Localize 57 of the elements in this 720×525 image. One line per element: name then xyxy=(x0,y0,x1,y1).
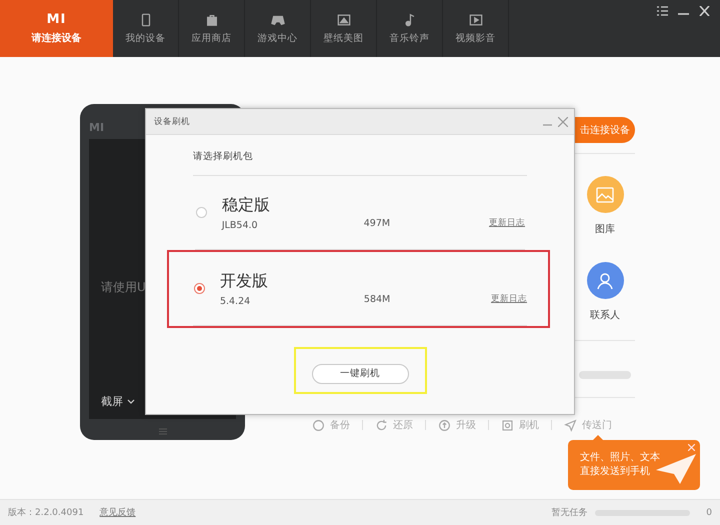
phone-logo: MI xyxy=(89,120,104,136)
screenshot-button[interactable]: 截屏 xyxy=(101,394,135,409)
menu-key-icon xyxy=(158,428,166,435)
version-text: 版本：2.2.0.4091 xyxy=(8,506,84,519)
radio-button[interactable] xyxy=(194,283,205,294)
option-size: 584M xyxy=(364,294,392,305)
task-status: 暂无任务 xyxy=(551,506,588,519)
flash-icon xyxy=(501,418,514,432)
connect-hint: 请使用U xyxy=(101,279,146,296)
toolbar-button[interactable]: 升级 xyxy=(438,418,476,432)
tooltip-text: 文件、照片、文本 xyxy=(580,451,661,465)
nav-tab[interactable]: 游戏中心 xyxy=(245,0,311,57)
task-count: 0 xyxy=(706,508,712,518)
feature-label: 联系人 xyxy=(590,308,620,322)
image-icon xyxy=(596,186,614,202)
changelog-link[interactable]: 更新日志 xyxy=(489,216,526,228)
bag-icon xyxy=(204,12,218,26)
option-size: 497M xyxy=(364,218,392,229)
toolbar-button[interactable]: 刷机 xyxy=(501,418,539,432)
feature-label: 图库 xyxy=(595,222,615,236)
option-name: 开发版 xyxy=(220,270,269,292)
option-version: 5.4.24 xyxy=(220,296,252,306)
tooltip-text: 直接发送到手机 xyxy=(580,465,651,479)
toolbar-button[interactable]: 传送门 xyxy=(564,418,612,432)
play-icon xyxy=(468,12,482,26)
dialog-title: 设备刷机 xyxy=(154,116,190,128)
device-label: 请连接设备 xyxy=(32,32,82,45)
nav-tab[interactable]: 视频影音 xyxy=(443,0,509,57)
toolbar-button[interactable]: 还原 xyxy=(375,418,413,432)
nav-tab[interactable]: 应用商店 xyxy=(179,0,245,57)
progress-track xyxy=(579,371,631,379)
flash-button[interactable]: 一键刷机 xyxy=(312,364,408,384)
feedback-link[interactable]: 意见反馈 xyxy=(100,506,136,519)
feature-button[interactable] xyxy=(586,262,624,299)
nav-tab[interactable]: 我的设备 xyxy=(113,0,179,57)
refresh-icon xyxy=(375,418,388,432)
connect-button[interactable]: 击连接设备 xyxy=(575,117,635,143)
dialog-prompt: 请选择刷机包 xyxy=(193,150,254,163)
nav-tab[interactable]: 壁纸美图 xyxy=(311,0,377,57)
person-icon xyxy=(596,272,614,290)
picture-frame-icon xyxy=(336,12,350,26)
caret-icon xyxy=(127,398,135,404)
music-note-icon xyxy=(402,12,416,26)
paper-plane-icon xyxy=(564,418,577,432)
menu-icon[interactable] xyxy=(657,6,668,16)
toolbar-button[interactable]: 备份 xyxy=(312,418,350,432)
changelog-link[interactable]: 更新日志 xyxy=(491,292,527,304)
radio-button[interactable] xyxy=(196,207,207,218)
option-version: JLB54.0 xyxy=(222,220,259,230)
option-name: 稳定版 xyxy=(222,194,271,216)
option-row[interactable]: 稳定版 JLB54.0 497M 更新日志 xyxy=(193,176,527,250)
device-tab[interactable]: MI 请连接设备 xyxy=(0,0,113,57)
circle-icon xyxy=(312,418,325,432)
logo: MI xyxy=(46,12,66,27)
feature-button[interactable] xyxy=(586,176,624,213)
nav-tab[interactable]: 音乐铃声 xyxy=(377,0,443,57)
close-icon[interactable] xyxy=(699,6,710,16)
